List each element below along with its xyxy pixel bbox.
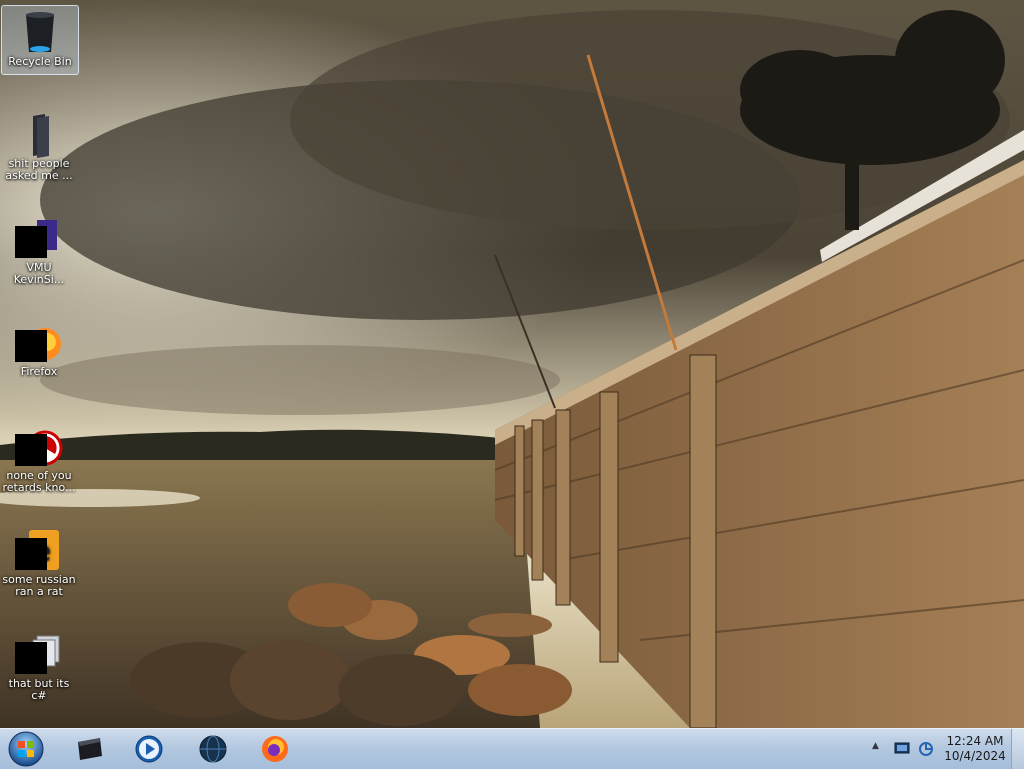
desktop-icon-label: shit people asked me ... [5,157,73,182]
start-button[interactable] [4,730,48,768]
taskbar-pinned-firefox[interactable] [248,731,302,767]
folder-icon [15,630,63,678]
desktop-icon-label: Firefox [20,365,58,378]
taskbar: ▲ 12:24 AM 10/4/2024 [0,728,1024,769]
windows-logo-icon [8,731,44,767]
clock-date: 10/4/2024 [944,749,1006,763]
folder-icon [78,738,102,760]
clock[interactable]: 12:24 AM 10/4/2024 [942,734,1008,764]
desktop-icon-folder-2[interactable]: that but its c# [1,628,77,702]
show-hidden-icons-chevron-icon[interactable]: ▲ [872,741,879,751]
app-icon: e [15,526,63,574]
taskbar-pinned-browser[interactable] [186,731,240,767]
desktop-icon-label: some russian ran a rat [2,573,76,598]
app-icon [15,422,63,470]
system-tray: ▲ 12:24 AM 10/4/2024 [864,729,1024,769]
desktop-icon-label: none of you retards kno... [2,469,76,494]
network-icon[interactable] [894,742,910,756]
redacted-box [15,642,47,674]
redacted-box [15,434,47,466]
firefox-icon [15,318,63,366]
folder-icon [15,110,63,158]
desktop-icon-folder-1[interactable]: shit people asked me ... [1,108,77,182]
desktop-icon-firefox[interactable]: Firefox [1,316,77,378]
desktop-wallpaper [0,0,1024,728]
desktop-icon-label: that but its c# [8,677,70,702]
redacted-box [15,538,47,570]
media-player-icon [135,735,163,763]
taskbar-pinned-media-player[interactable] [122,731,176,767]
globe-icon [199,735,227,763]
recycle-bin-icon [16,8,64,56]
redacted-box [15,226,47,258]
taskbar-pinned-explorer[interactable] [62,731,116,767]
desktop-icon-vmu[interactable]: VMU KevinSi... [1,212,77,286]
show-desktop-button[interactable] [1011,729,1024,769]
desktop-icon-recycle-bin[interactable]: Recycle Bin [1,5,79,75]
desktop-icon-app-2[interactable]: e some russian ran a rat [1,524,77,598]
desktop-icon-label: Recycle Bin [8,55,72,68]
app-icon [15,214,63,262]
clock-time: 12:24 AM [946,734,1004,748]
redacted-box [15,330,47,362]
desktop-icon-app-1[interactable]: none of you retards kno... [1,420,77,494]
app-tray-icon[interactable] [918,741,934,757]
firefox-icon [262,736,288,762]
desktop-icon-label: VMU KevinSi... [13,261,65,286]
